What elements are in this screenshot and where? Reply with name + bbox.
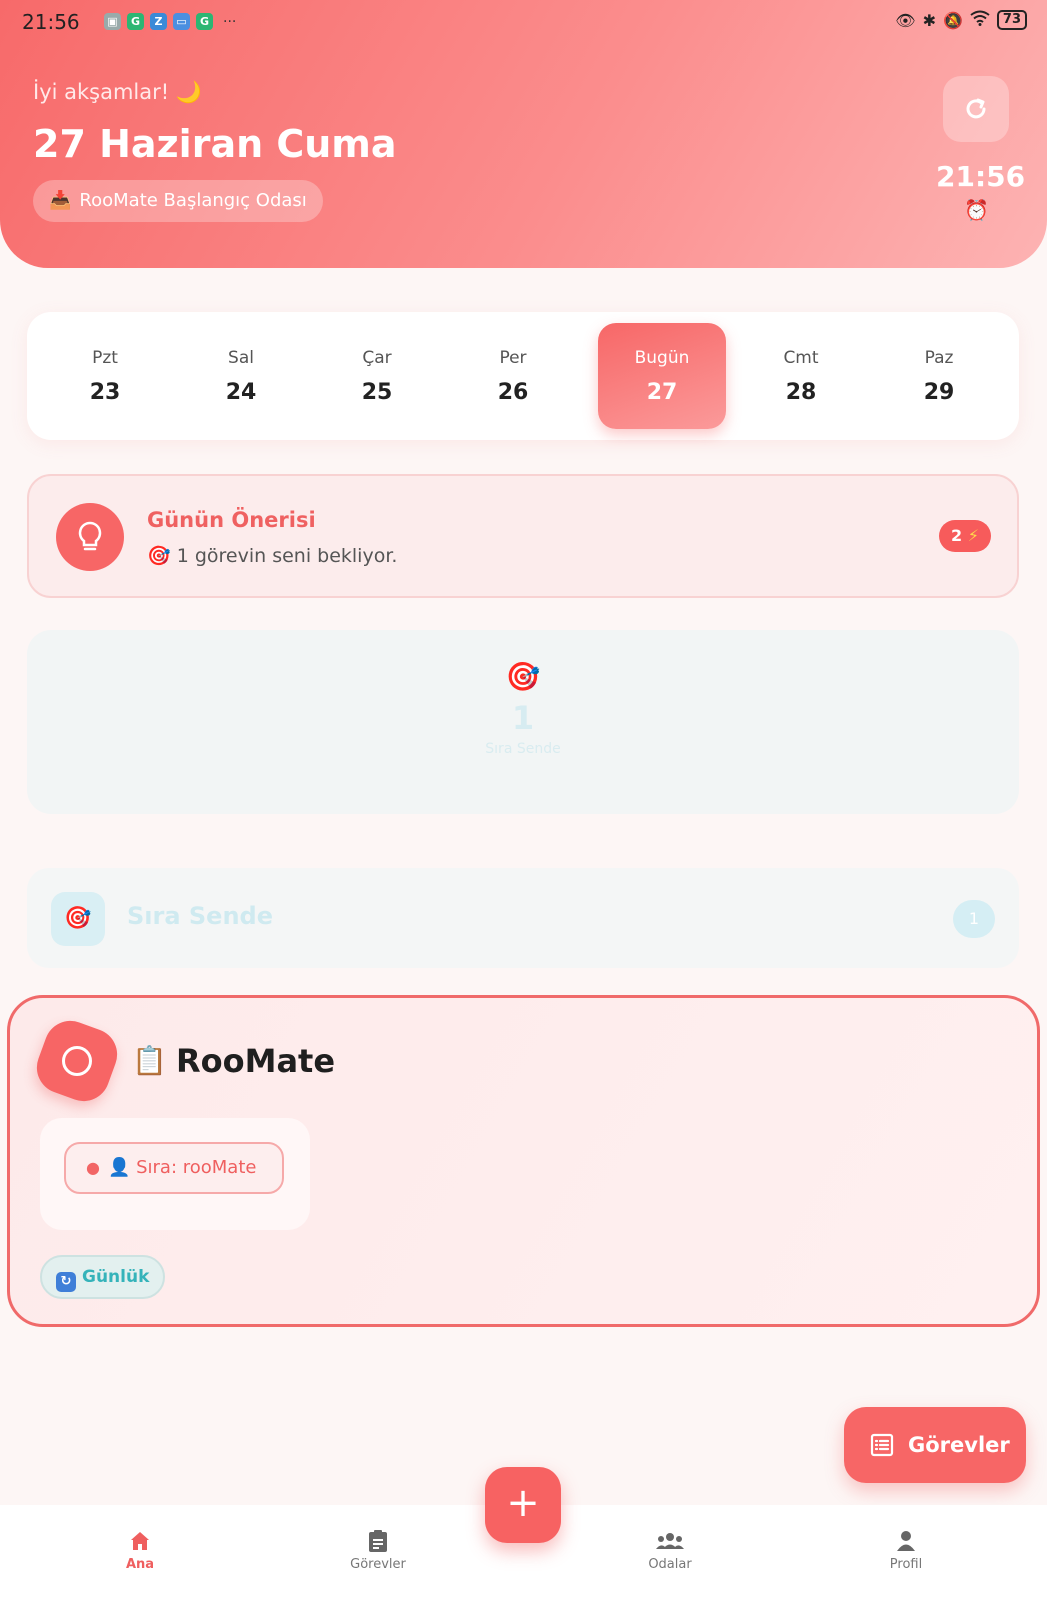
your-turn-section-header[interactable]: 🎯 Sıra Sende 1 <box>27 868 1019 968</box>
day-number: 29 <box>923 380 955 405</box>
section-count-badge: 1 <box>953 900 995 938</box>
frequency-label: Günlük <box>82 1267 150 1287</box>
inbox-icon: 📥 <box>49 190 72 211</box>
assignee-pill[interactable]: ● 👤 Sıra: rooMate <box>64 1142 284 1194</box>
header: 21:56 ▣ G Z ▭ G ··· 👁 ✱ 🔕 73 İyi akşamla… <box>0 0 1047 268</box>
task-title: RooMate <box>176 1042 336 1080</box>
stat-value: 1 <box>511 699 535 737</box>
status-app-icons: ▣ G Z ▭ G ··· <box>104 13 236 30</box>
target-icon: 🎯 <box>505 660 541 693</box>
suggestion-text: 🎯 1 görevin seni bekliyor. <box>147 545 398 567</box>
day-name: Cmt <box>783 348 819 368</box>
clipboard-icon: 📋 <box>132 1044 167 1077</box>
day-number: 25 <box>361 380 393 405</box>
room-selector[interactable]: 📥 RooMate Başlangıç Odası <box>33 180 323 222</box>
list-icon <box>870 1412 894 1488</box>
day-tue[interactable]: Sal 24 <box>177 323 305 429</box>
status-right: 👁 ✱ 🔕 73 <box>895 10 1027 30</box>
assignee-label: 👤 Sıra: rooMate <box>107 1157 257 1178</box>
mute-icon: 🔕 <box>942 10 963 30</box>
circle-icon <box>62 1046 92 1076</box>
day-name: Bugün <box>634 348 690 368</box>
app-g-icon: G <box>127 13 144 30</box>
add-task-button[interactable]: + <box>485 1467 561 1543</box>
day-name: Pzt <box>92 348 118 368</box>
day-number: 26 <box>497 380 529 405</box>
page-title: 27 Haziran Cuma <box>33 122 397 166</box>
bluetooth-icon: ✱ <box>922 10 936 30</box>
home-icon <box>80 1529 200 1557</box>
refresh-button[interactable] <box>943 76 1009 142</box>
status-time: 21:56 <box>22 10 80 34</box>
app-g2-icon: G <box>196 13 213 30</box>
badge-count: 2 <box>951 526 963 545</box>
wifi-icon <box>970 10 990 30</box>
day-thu[interactable]: Per 26 <box>449 323 577 429</box>
nav-profile[interactable]: Profil <box>846 1529 966 1572</box>
repeat-icon: ↻ <box>56 1272 76 1292</box>
day-number: 27 <box>646 380 678 405</box>
day-name: Per <box>499 348 527 368</box>
day-mon[interactable]: Pzt 23 <box>41 323 169 429</box>
nav-home[interactable]: Ana <box>80 1529 200 1572</box>
stat-label: Sıra Sende <box>485 741 561 757</box>
nav-label: Profil <box>889 1557 923 1572</box>
day-name: Paz <box>924 348 954 368</box>
day-sat[interactable]: Cmt 28 <box>737 323 865 429</box>
day-name: Çar <box>362 348 392 368</box>
nav-label: Ana <box>125 1557 155 1572</box>
nfc-icon: ▣ <box>104 13 121 30</box>
frequency-badge: ↻ Günlük <box>40 1255 166 1299</box>
refresh-icon <box>966 98 986 119</box>
more-notifications-icon: ··· <box>223 13 237 30</box>
tasks-fab-button[interactable]: Görevler <box>844 1407 1026 1483</box>
app-z-icon: Z <box>150 13 167 30</box>
day-sun[interactable]: Paz 29 <box>875 323 1003 429</box>
battery-icon: 73 <box>996 10 1027 30</box>
tasks-fab-label: Görevler <box>908 1433 1010 1457</box>
your-turn-stat-card: 🎯 1 Sıra Sende <box>27 630 1019 814</box>
person-icon: ● <box>86 1158 100 1177</box>
header-clock: 21:56 <box>936 160 1026 193</box>
room-name: RooMate Başlangıç Odası <box>79 190 307 211</box>
nav-label: Görevler <box>350 1557 406 1572</box>
suggestion-badge: 2 ⚡ <box>939 520 991 552</box>
day-name: Sal <box>228 348 254 368</box>
person-icon <box>846 1529 966 1557</box>
clipboard-icon <box>318 1529 438 1557</box>
daily-suggestion-card[interactable]: Günün Önerisi 🎯 1 görevin seni bekliyor.… <box>27 474 1019 598</box>
day-today[interactable]: Bugün 27 <box>598 323 726 429</box>
day-number: 28 <box>785 380 817 405</box>
status-bar: 21:56 ▣ G Z ▭ G ··· 👁 ✱ 🔕 73 <box>22 10 1027 36</box>
alarm-icon: ⏰ <box>964 198 989 222</box>
nav-label: Odalar <box>648 1557 692 1572</box>
app-window-icon: ▭ <box>173 13 190 30</box>
task-card[interactable]: 📋 RooMate ● 👤 Sıra: rooMate ↻ Günlük <box>7 995 1040 1327</box>
task-complete-button[interactable] <box>29 1013 125 1109</box>
bolt-icon: ⚡ <box>967 526 979 545</box>
day-number: 23 <box>89 380 121 405</box>
day-wed[interactable]: Çar 25 <box>313 323 441 429</box>
target-icon: 🎯 <box>51 892 105 946</box>
greeting: İyi akşamlar! 🌙 <box>33 80 203 104</box>
section-title: Sıra Sende <box>127 902 274 930</box>
assignee-box: ● 👤 Sıra: rooMate <box>40 1118 310 1230</box>
nav-tasks[interactable]: Görevler <box>318 1529 438 1572</box>
lightbulb-icon <box>56 503 124 571</box>
group-icon <box>610 1529 730 1557</box>
week-strip: Pzt 23 Sal 24 Çar 25 Per 26 Bugün 27 Cmt… <box>27 312 1019 440</box>
eye-icon: 👁 <box>895 10 916 30</box>
nav-rooms[interactable]: Odalar <box>610 1529 730 1572</box>
day-number: 24 <box>225 380 257 405</box>
suggestion-title: Günün Önerisi <box>147 508 316 532</box>
